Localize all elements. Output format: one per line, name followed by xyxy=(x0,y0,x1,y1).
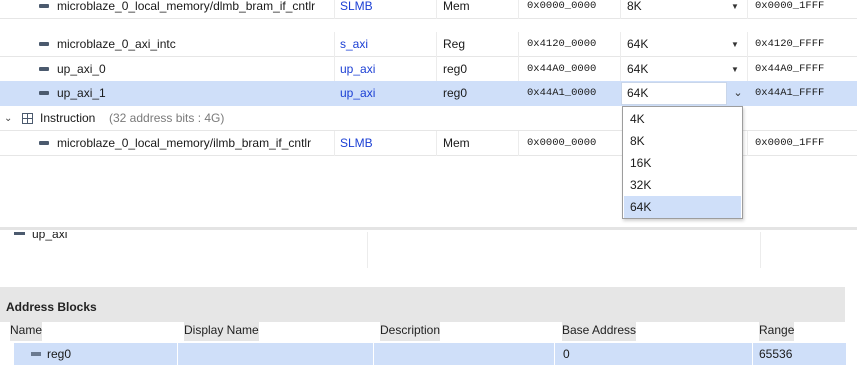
slave-interface[interactable]: up_axi xyxy=(340,57,375,82)
column-divider xyxy=(334,0,335,19)
column-divider xyxy=(436,0,437,19)
column-divider xyxy=(334,131,335,156)
range-option[interactable]: 16K xyxy=(624,152,741,174)
slave-name: microblaze_0_local_memory/ilmb_bram_if_c… xyxy=(57,136,312,150)
slave-interface[interactable]: SLMB xyxy=(340,131,373,156)
column-divider xyxy=(436,131,437,156)
range-option[interactable]: 4K xyxy=(624,108,741,130)
column-divider xyxy=(518,0,519,19)
range-option-selected[interactable]: 64K xyxy=(624,196,741,218)
grid-icon xyxy=(22,113,33,124)
column-header-range[interactable]: Range xyxy=(759,319,795,341)
slave-interface[interactable]: SLMB xyxy=(340,0,373,19)
table-row[interactable]: microblaze_0_axi_intc s_axi Reg 0x4120_0… xyxy=(0,32,857,57)
column-divider xyxy=(747,57,748,82)
port-icon xyxy=(39,141,49,145)
offset-address[interactable]: 0x4120_0000 xyxy=(527,32,596,57)
column-divider xyxy=(436,32,437,57)
slave-name: microblaze_0_axi_intc xyxy=(57,37,176,51)
range-value[interactable]: 64K xyxy=(627,32,648,57)
column-divider xyxy=(747,131,748,156)
section-title: Address Blocks xyxy=(6,300,97,314)
base-name: reg0 xyxy=(443,62,468,76)
column-divider xyxy=(518,57,519,82)
column-divider xyxy=(747,32,748,57)
range-combobox-value: 64K xyxy=(627,86,649,100)
dropdown-arrow-icon[interactable]: ▼ xyxy=(731,32,739,57)
panel-splitter[interactable] xyxy=(0,227,857,230)
slave-name: microblaze_0_local_memory/dlmb_bram_if_c… xyxy=(57,0,316,13)
chevron-down-icon[interactable]: ⌄ xyxy=(729,82,747,105)
slave-interface[interactable]: up_axi xyxy=(340,81,375,106)
table-row[interactable]: up_axi_0 up_axi reg0 0x44A0_0000 64K ▼ 0… xyxy=(0,57,857,82)
slave-interface[interactable]: s_axi xyxy=(340,32,368,57)
dropdown-arrow-icon[interactable]: ▼ xyxy=(731,0,739,19)
block-base-address[interactable]: 0 xyxy=(563,343,570,365)
partial-list: up_axi xyxy=(0,232,857,268)
group-meta: (32 address bits : 4G) xyxy=(109,111,225,125)
port-icon xyxy=(39,91,49,95)
column-divider xyxy=(177,343,178,365)
range-dropdown-list[interactable]: 4K 8K 16K 32K 64K xyxy=(622,106,743,219)
column-divider xyxy=(518,131,519,156)
table-row-selected[interactable]: up_axi_1 up_axi reg0 0x44A1_0000 64K ⌄ 0… xyxy=(0,81,857,106)
column-header-base-address[interactable]: Base Address xyxy=(562,319,637,341)
column-divider xyxy=(760,232,761,268)
port-icon xyxy=(39,4,49,8)
register-icon xyxy=(31,352,41,356)
base-name: Mem xyxy=(443,0,470,13)
offset-address[interactable]: 0x0000_0000 xyxy=(527,0,596,19)
base-name: Reg xyxy=(443,37,466,51)
port-icon xyxy=(14,232,25,235)
high-address: 0x44A0_FFFF xyxy=(755,63,825,75)
column-divider xyxy=(334,32,335,57)
high-address: 0x4120_FFFF xyxy=(755,38,825,50)
high-address: 0x0000_1FFF xyxy=(755,0,825,12)
column-divider xyxy=(620,0,621,19)
port-icon xyxy=(39,42,49,46)
offset-address[interactable]: 0x44A0_0000 xyxy=(527,57,596,82)
chevron-down-icon[interactable]: ⌄ xyxy=(4,106,12,131)
column-header-display-name[interactable]: Display Name xyxy=(184,319,259,341)
dropdown-arrow-icon[interactable]: ▼ xyxy=(731,57,739,82)
offset-address[interactable]: 0x0000_0000 xyxy=(527,131,596,156)
offset-address[interactable]: 0x44A1_0000 xyxy=(527,81,596,106)
column-divider xyxy=(334,57,335,82)
high-address: 0x0000_1FFF xyxy=(755,137,825,149)
column-divider xyxy=(373,343,374,365)
range-option[interactable]: 8K xyxy=(624,130,741,152)
properties-panel: up_axi Address Blocks Name Display Name … xyxy=(0,232,857,375)
column-divider xyxy=(752,343,753,365)
column-divider xyxy=(620,57,621,82)
port-icon xyxy=(39,67,49,71)
column-header-description[interactable]: Description xyxy=(380,319,441,341)
column-header-name[interactable]: Name xyxy=(10,319,43,341)
address-blocks-header: Address Blocks xyxy=(0,287,845,322)
range-option[interactable]: 32K xyxy=(624,174,741,196)
address-block-row[interactable]: reg0 0 65536 xyxy=(14,343,846,365)
slave-name: up_axi_1 xyxy=(57,86,106,100)
column-divider xyxy=(620,32,621,57)
partial-item-label: up_axi xyxy=(32,232,68,241)
address-editor-table: microblaze_0_local_memory/dlmb_bram_if_c… xyxy=(0,0,857,226)
slave-name: up_axi_0 xyxy=(57,62,106,76)
column-divider xyxy=(518,32,519,57)
base-name: reg0 xyxy=(443,86,468,100)
range-value[interactable]: 64K xyxy=(627,57,648,82)
block-name: reg0 xyxy=(47,347,72,361)
range-value[interactable]: 8K xyxy=(627,0,642,19)
high-address: 0x44A1_FFFF xyxy=(755,87,825,99)
table-row[interactable]: microblaze_0_local_memory/dlmb_bram_if_c… xyxy=(0,0,857,19)
group-label: Instruction xyxy=(40,111,96,125)
column-divider xyxy=(436,57,437,82)
block-range[interactable]: 65536 xyxy=(759,343,792,365)
column-divider xyxy=(554,343,555,365)
range-combobox[interactable]: 64K xyxy=(621,82,727,105)
column-divider xyxy=(747,0,748,19)
base-name: Mem xyxy=(443,136,470,150)
column-divider xyxy=(367,232,368,268)
